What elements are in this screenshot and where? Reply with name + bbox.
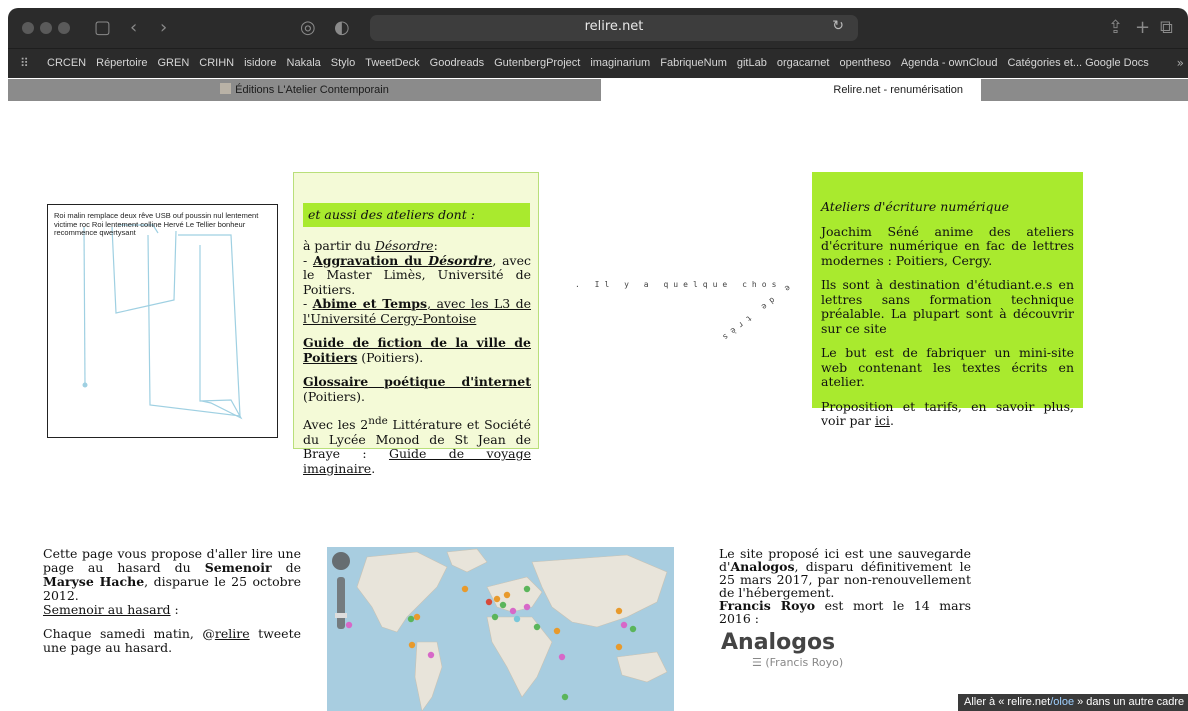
- text: Chaque samedi matin, @: [43, 626, 215, 641]
- star-poem-text: . Il y a quelque chose de très: [575, 280, 792, 345]
- text: :: [433, 238, 438, 253]
- bookmark-item[interactable]: orgacarnet: [777, 57, 830, 69]
- bookmark-item[interactable]: Stylo: [331, 57, 355, 69]
- text: Maryse Hache: [43, 574, 145, 589]
- bookmark-item[interactable]: Agenda - ownCloud: [901, 57, 998, 69]
- privacy-icon[interactable]: ◎: [300, 18, 316, 38]
- shield-icon[interactable]: ◐: [334, 18, 350, 38]
- text: Proposition et tarifs, en savoir plus, v…: [821, 398, 1074, 428]
- more-bookmarks-icon[interactable]: »: [1177, 56, 1184, 70]
- bookmark-item[interactable]: TweetDeck: [365, 57, 419, 69]
- text: -: [303, 296, 313, 311]
- tab-label: Éditions L'Atelier Contemporain: [235, 84, 389, 96]
- map-drawing: [332, 548, 668, 711]
- ateliers-dont-body: à partir du Désordre: - Aggravation du D…: [303, 238, 531, 486]
- close-window-icon[interactable]: [22, 22, 34, 34]
- text: nde: [368, 415, 388, 427]
- oulipo-sketch-frame[interactable]: Roi malin remplace deux rêve USB ouf pou…: [47, 204, 278, 438]
- ateliers-ecriture-p2: Ils sont à destination d'étudiant.e.s en…: [821, 277, 1074, 336]
- analogos-logo-subtitle: ☰ (Francis Royo): [752, 656, 844, 669]
- aggravation-link[interactable]: Aggravation du Désordre: [313, 253, 492, 268]
- text: Semenoir: [204, 560, 272, 575]
- bookmarks-list: CRCEN Répertoire GREN CRIHN isidore Nakala Sty…: [47, 57, 1159, 69]
- text: .: [371, 460, 376, 476]
- ateliers-ecriture-p4: Proposition et tarifs, en savoir plus, v…: [821, 398, 1074, 429]
- url-text: relire.net: [584, 19, 644, 34]
- sketch-drawing: [82, 224, 243, 420]
- bookmark-item[interactable]: imaginarium: [590, 57, 650, 69]
- sketch-text: Roi malin remplace deux rêve USB ouf pou…: [54, 211, 259, 237]
- bookmark-item[interactable]: FabriqueNum: [660, 57, 727, 69]
- bookmarks-bar: ⠿ CRCEN Répertoire GREN CRIHN isidore Nakala S…: [8, 48, 1188, 78]
- bookmark-item[interactable]: gitLab: [737, 57, 767, 69]
- bookmark-item[interactable]: Goodreads: [430, 57, 484, 69]
- bookmark-item[interactable]: CRCEN: [47, 57, 86, 69]
- text: Aggravation du: [313, 252, 429, 268]
- text: .: [889, 413, 894, 428]
- semenoir-section: Cette page vous propose d'aller lire une…: [43, 547, 301, 665]
- bookmark-item[interactable]: Nakala: [287, 57, 321, 69]
- bookmark-item[interactable]: GutenbergProject: [494, 57, 580, 69]
- share-icon[interactable]: ⇪: [1108, 18, 1123, 38]
- star-poem[interactable]: . Il y a quelque chose de très: [565, 205, 795, 435]
- new-tab-icon[interactable]: +: [1135, 18, 1150, 38]
- text: Abime et Temps: [312, 296, 428, 311]
- status-suffix: » dans un autre cadre: [1074, 696, 1185, 708]
- status-path: /oloe: [1050, 696, 1075, 708]
- bookmark-item[interactable]: Répertoire: [96, 57, 147, 69]
- forward-icon[interactable]: ›: [160, 18, 167, 38]
- text: Désordre: [428, 252, 493, 268]
- tab-bar: Éditions L'Atelier Contemporain Relire.n…: [8, 79, 1188, 101]
- ateliers-ecriture-p3: Le but est de fabriquer un mini-site web…: [821, 345, 1074, 389]
- analogos-logo[interactable]: Analogos: [721, 630, 835, 655]
- tab-label: Relire.net - renumérisation: [833, 84, 963, 96]
- desordre-link[interactable]: Désordre: [375, 238, 434, 253]
- ateliers-ecriture-box: Ateliers d'écriture numérique Joachim Sé…: [812, 172, 1083, 428]
- zoom-window-icon[interactable]: [58, 22, 70, 34]
- ici-link[interactable]: ici: [875, 413, 890, 428]
- ateliers-dont-heading: et aussi des ateliers dont :: [303, 203, 530, 227]
- minimize-window-icon[interactable]: [40, 22, 52, 34]
- sidebar-icon[interactable]: ▢: [94, 18, 111, 38]
- ateliers-dont-box: et aussi des ateliers dont : à partir du…: [293, 172, 539, 475]
- text: (Poitiers).: [303, 388, 365, 404]
- bookmark-item[interactable]: CRIHN: [199, 57, 234, 69]
- glossaire-link[interactable]: Glossaire poétique d'internet: [303, 374, 531, 389]
- bookmark-item[interactable]: GREN: [157, 57, 189, 69]
- text: -: [303, 252, 313, 268]
- abime-link[interactable]: Abime et Temps, avec les L3 de l'Univers…: [303, 296, 531, 326]
- status-prefix: Aller à « relire.net: [964, 696, 1051, 708]
- tab-overview-icon[interactable]: ⧉: [1160, 18, 1173, 38]
- favicon-icon: [220, 83, 232, 94]
- tab-relire[interactable]: Relire.net - renumérisation: [601, 79, 981, 101]
- analogos-section: Le site proposé ici est une sauvegarde d…: [719, 547, 971, 625]
- bookmarks-grid-icon[interactable]: ⠿: [20, 56, 29, 70]
- browser-titlebar: ▢ ‹ › ◎ ◐ relire.net ↻ ⇪ + ⧉: [8, 8, 1188, 48]
- address-bar[interactable]: relire.net ↻: [370, 15, 858, 41]
- world-map[interactable]: [327, 547, 674, 711]
- ateliers-ecriture-title: Ateliers d'écriture numérique: [821, 199, 1009, 214]
- text: de: [271, 560, 301, 575]
- status-bar: Aller à « relire.net/oloe » dans un autr…: [958, 694, 1188, 711]
- bookmark-item[interactable]: opentheso: [839, 57, 890, 69]
- text: :: [170, 602, 179, 617]
- tab-editions[interactable]: Éditions L'Atelier Contemporain: [8, 79, 601, 101]
- back-icon[interactable]: ‹: [130, 18, 137, 38]
- bookmark-item[interactable]: Catégories et... Google Docs: [1007, 57, 1148, 69]
- text: Avec les 2: [303, 417, 369, 433]
- semenoir-hasard-link[interactable]: Semenoir au hasard: [43, 602, 171, 617]
- ateliers-ecriture-p1: Joachim Séné anime des ateliers d'écritu…: [821, 223, 1074, 268]
- relire-twitter-link[interactable]: relire: [215, 626, 250, 641]
- reload-icon[interactable]: ↻: [832, 18, 844, 34]
- bookmark-item[interactable]: isidore: [244, 57, 276, 69]
- text: à partir du: [303, 238, 375, 253]
- text: (Poitiers).: [357, 349, 424, 365]
